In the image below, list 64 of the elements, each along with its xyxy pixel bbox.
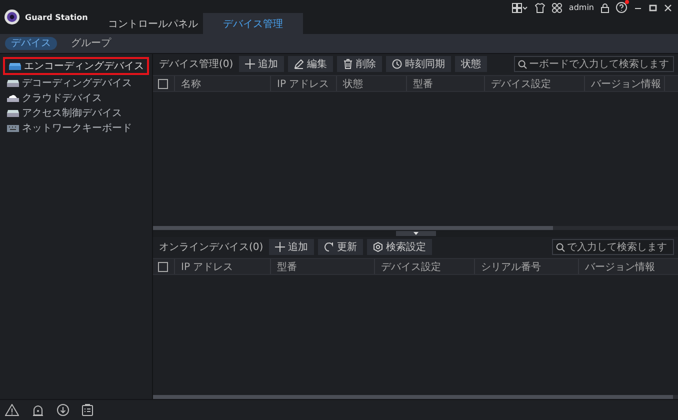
collapse-handle[interactable] xyxy=(396,231,436,236)
user-name[interactable]: admin xyxy=(568,3,594,12)
help-icon[interactable] xyxy=(616,2,627,13)
plus-icon xyxy=(245,59,256,69)
maximize-icon[interactable] xyxy=(649,4,657,12)
column-header: バージョン情報 xyxy=(579,259,678,274)
select-all-checkbox[interactable] xyxy=(158,262,168,272)
toolbar-button[interactable]: 検索設定 xyxy=(367,239,432,255)
clipboard-icon[interactable] xyxy=(82,404,93,416)
view-tab[interactable]: デバイス xyxy=(5,37,57,50)
shirt-icon[interactable] xyxy=(534,2,545,12)
scrollbar-thumb[interactable] xyxy=(153,226,553,230)
device-icon xyxy=(7,78,19,86)
toolbar-button[interactable]: 追加 xyxy=(269,239,314,255)
select-all-checkbox[interactable] xyxy=(158,78,168,88)
column-header: 型番 xyxy=(271,259,375,274)
sidebar-item[interactable]: クラウドデバイス xyxy=(3,90,149,105)
keyboard-icon xyxy=(7,124,19,132)
column-header: 状態 xyxy=(337,76,407,91)
app-title: Guard Station xyxy=(25,12,89,22)
trash-icon xyxy=(343,59,354,69)
plus-icon xyxy=(275,242,286,252)
close-icon[interactable] xyxy=(664,4,672,12)
panel-title: デバイス管理(0) xyxy=(159,58,234,71)
search-icon xyxy=(518,60,527,68)
cloud-device-icon xyxy=(7,94,19,102)
column-header: バージョン情報 xyxy=(585,76,665,91)
nav-tab[interactable]: コントロールパネル xyxy=(103,13,203,34)
scrollbar-thumb[interactable] xyxy=(153,395,673,399)
nav-tab[interactable]: デバイス管理 xyxy=(203,13,303,34)
logo-icon xyxy=(4,9,20,25)
column-header: 名称 xyxy=(175,76,271,91)
sidebar-item[interactable]: エンコーディングデバイス xyxy=(3,57,149,75)
sidebar-item[interactable]: デコーディングデバイス xyxy=(3,75,149,90)
grid-icon[interactable] xyxy=(512,2,528,12)
lock-icon[interactable] xyxy=(601,2,609,12)
column-header: 型番 xyxy=(407,76,485,91)
toolbar-button[interactable]: 更新 xyxy=(318,239,364,255)
search-icon xyxy=(556,242,565,252)
toolbar-button[interactable]: 時刻同期 xyxy=(386,56,452,72)
toolbar-button[interactable]: 削除 xyxy=(337,56,382,72)
column-header: デバイス設定 xyxy=(485,76,585,91)
toolbar-button[interactable]: 状態 xyxy=(455,56,488,72)
sidebar-item[interactable]: アクセス制御デバイス xyxy=(3,105,149,120)
toolbar-button[interactable]: 編集 xyxy=(288,56,334,72)
column-header: シリアル番号 xyxy=(475,259,579,274)
search-field[interactable]: で入力して検索します xyxy=(552,239,674,255)
alarm-icon[interactable] xyxy=(32,404,44,416)
warning-icon[interactable] xyxy=(5,404,19,416)
gear-icon xyxy=(373,242,384,252)
column-header: IP アドレス xyxy=(175,259,271,274)
view-tab[interactable]: グループ xyxy=(65,37,117,50)
column-header: IP アドレス xyxy=(271,76,337,91)
toolbar-button[interactable]: 追加 xyxy=(239,56,284,72)
device-icon xyxy=(9,62,21,70)
download-icon[interactable] xyxy=(57,404,69,416)
clock-icon xyxy=(392,59,402,69)
device-icon xyxy=(7,108,19,116)
sidebar-item[interactable]: ネットワークキーボード xyxy=(3,120,149,135)
panel-title: オンラインデバイス(0) xyxy=(159,241,264,254)
pencil-icon xyxy=(294,59,304,69)
search-field[interactable]: ーボードで入力して検索します xyxy=(514,56,674,72)
refresh-icon xyxy=(324,242,334,252)
column-header: デバイス設定 xyxy=(375,259,475,274)
